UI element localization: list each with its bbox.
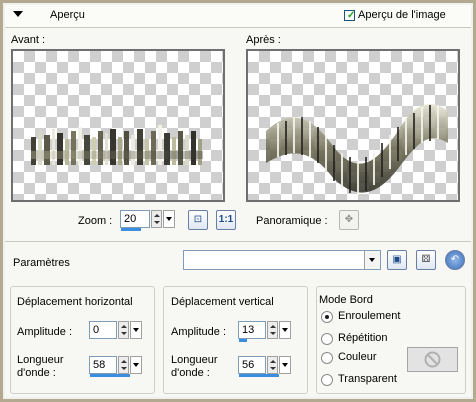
edge-mode-wrap-label[interactable]: Enroulement xyxy=(338,310,400,322)
vertical-wavelength-input[interactable]: 56 xyxy=(238,356,279,377)
horizontal-wavelength-input[interactable]: 58 xyxy=(89,356,130,377)
after-preview[interactable] xyxy=(246,49,460,202)
spin-down-icon[interactable] xyxy=(154,221,160,224)
spin-down-icon[interactable] xyxy=(121,367,127,370)
preview-section-title: Aperçu xyxy=(50,9,85,21)
edge-mode-transparent-label[interactable]: Transparent xyxy=(338,373,397,385)
after-image xyxy=(266,103,448,195)
edge-mode-transparent-radio[interactable] xyxy=(321,374,333,386)
edge-mode-color-radio[interactable] xyxy=(321,352,333,364)
horizontal-wavelength-value: 58 xyxy=(93,359,106,371)
dice-icon: ⚄ xyxy=(421,254,431,265)
spin-up-icon[interactable] xyxy=(270,360,276,363)
spin-down-icon[interactable] xyxy=(121,332,127,335)
vertical-amplitude-dropdown[interactable] xyxy=(279,321,291,339)
vertical-amplitude-input[interactable]: 13 xyxy=(238,321,266,342)
horizontal-group-title: Déplacement horizontal xyxy=(17,296,133,308)
vertical-group-title: Déplacement vertical xyxy=(171,296,274,308)
save-icon: ▣ xyxy=(392,254,402,265)
spin-up-icon[interactable] xyxy=(270,325,276,328)
presets-dropdown-button[interactable] xyxy=(364,251,380,269)
horizontal-amplitude-input[interactable]: 0 xyxy=(89,321,117,339)
vertical-wavelength-label-2: d'onde : xyxy=(171,367,210,379)
zoom-dropdown[interactable] xyxy=(163,210,175,228)
pan-button[interactable]: ✥ xyxy=(339,210,359,230)
edge-mode-title: Mode Bord xyxy=(319,294,373,306)
dialog-body: Aperçu ✓ Aperçu de l'image Avant : Après… xyxy=(5,5,471,397)
after-label: Après : xyxy=(246,34,281,46)
zoom-value: 20 xyxy=(124,213,137,225)
spin-down-icon[interactable] xyxy=(270,367,276,370)
edge-mode-wrap-radio[interactable] xyxy=(321,311,333,323)
checkmark-icon: ✓ xyxy=(347,10,356,21)
vertical-wavelength-dropdown[interactable] xyxy=(279,356,291,374)
vertical-wavelength-spinner[interactable] xyxy=(267,356,278,374)
pan-label: Panoramique : xyxy=(256,215,328,227)
no-color-icon xyxy=(424,351,441,368)
horizontal-amplitude-label: Amplitude : xyxy=(17,326,73,338)
fit-window-icon: ⊡ xyxy=(193,214,203,225)
chevron-down-icon xyxy=(282,328,288,332)
vertical-wavelength-slider[interactable] xyxy=(239,374,279,377)
undo-arrow-icon: ↶ xyxy=(450,254,460,265)
horizontal-wavelength-label-2: d'onde : xyxy=(17,367,56,379)
randomize-button[interactable]: ⚄ xyxy=(416,250,436,270)
zoom-label: Zoom : xyxy=(78,215,113,227)
spin-down-icon[interactable] xyxy=(270,332,276,335)
chevron-down-icon xyxy=(166,217,172,221)
horizontal-amplitude-spinner[interactable] xyxy=(118,321,129,339)
horizontal-amplitude-dropdown[interactable] xyxy=(130,321,142,339)
horizontal-wavelength-label-1: Longueur xyxy=(17,354,64,366)
move-icon: ✥ xyxy=(344,214,354,225)
spin-up-icon[interactable] xyxy=(154,214,160,217)
chevron-down-icon xyxy=(133,328,139,332)
horizontal-amplitude-value: 0 xyxy=(93,324,100,336)
vertical-amplitude-value: 13 xyxy=(242,324,255,336)
before-image xyxy=(31,125,203,165)
horizontal-wavelength-slider[interactable] xyxy=(90,374,130,377)
save-preset-button[interactable]: ▣ xyxy=(387,250,407,270)
preview-header: Aperçu ✓ Aperçu de l'image xyxy=(5,5,471,28)
spin-up-icon[interactable] xyxy=(121,360,127,363)
chevron-down-icon xyxy=(133,363,139,367)
vertical-wavelength-label-1: Longueur xyxy=(171,354,218,366)
collapse-triangle-icon[interactable] xyxy=(13,11,23,17)
edge-mode-color-label[interactable]: Couleur xyxy=(338,351,377,363)
image-preview-checkbox[interactable]: ✓ xyxy=(344,10,355,21)
chevron-down-icon xyxy=(369,258,375,262)
edge-color-swatch[interactable] xyxy=(407,347,458,372)
vertical-amplitude-spinner[interactable] xyxy=(267,321,278,339)
dialog-frame: Aperçu ✓ Aperçu de l'image Avant : Après… xyxy=(0,0,476,402)
zoom-slider[interactable] xyxy=(121,228,141,231)
chevron-down-icon xyxy=(282,363,288,367)
vertical-wavelength-value: 56 xyxy=(242,359,255,371)
zoom-actual-size-button[interactable]: 1:1 xyxy=(216,210,236,230)
before-preview[interactable] xyxy=(11,49,225,202)
zoom-fit-button[interactable]: ⊡ xyxy=(188,210,208,230)
edge-mode-repeat-label[interactable]: Répétition xyxy=(338,332,388,344)
vertical-amplitude-label: Amplitude : xyxy=(171,326,227,338)
presets-combo[interactable] xyxy=(183,250,381,270)
horizontal-wavelength-spinner[interactable] xyxy=(118,356,129,374)
zoom-input[interactable]: 20 xyxy=(120,210,150,231)
divider xyxy=(5,241,471,242)
edge-mode-repeat-radio[interactable] xyxy=(321,333,333,345)
reset-button[interactable]: ↶ xyxy=(445,250,465,270)
image-preview-label[interactable]: Aperçu de l'image xyxy=(358,9,446,21)
presets-label: Paramètres xyxy=(13,257,70,269)
spin-up-icon[interactable] xyxy=(121,325,127,328)
horizontal-wavelength-dropdown[interactable] xyxy=(130,356,142,374)
before-label: Avant : xyxy=(11,34,46,46)
zoom-spinner[interactable] xyxy=(151,210,162,228)
vertical-amplitude-slider[interactable] xyxy=(239,339,247,342)
